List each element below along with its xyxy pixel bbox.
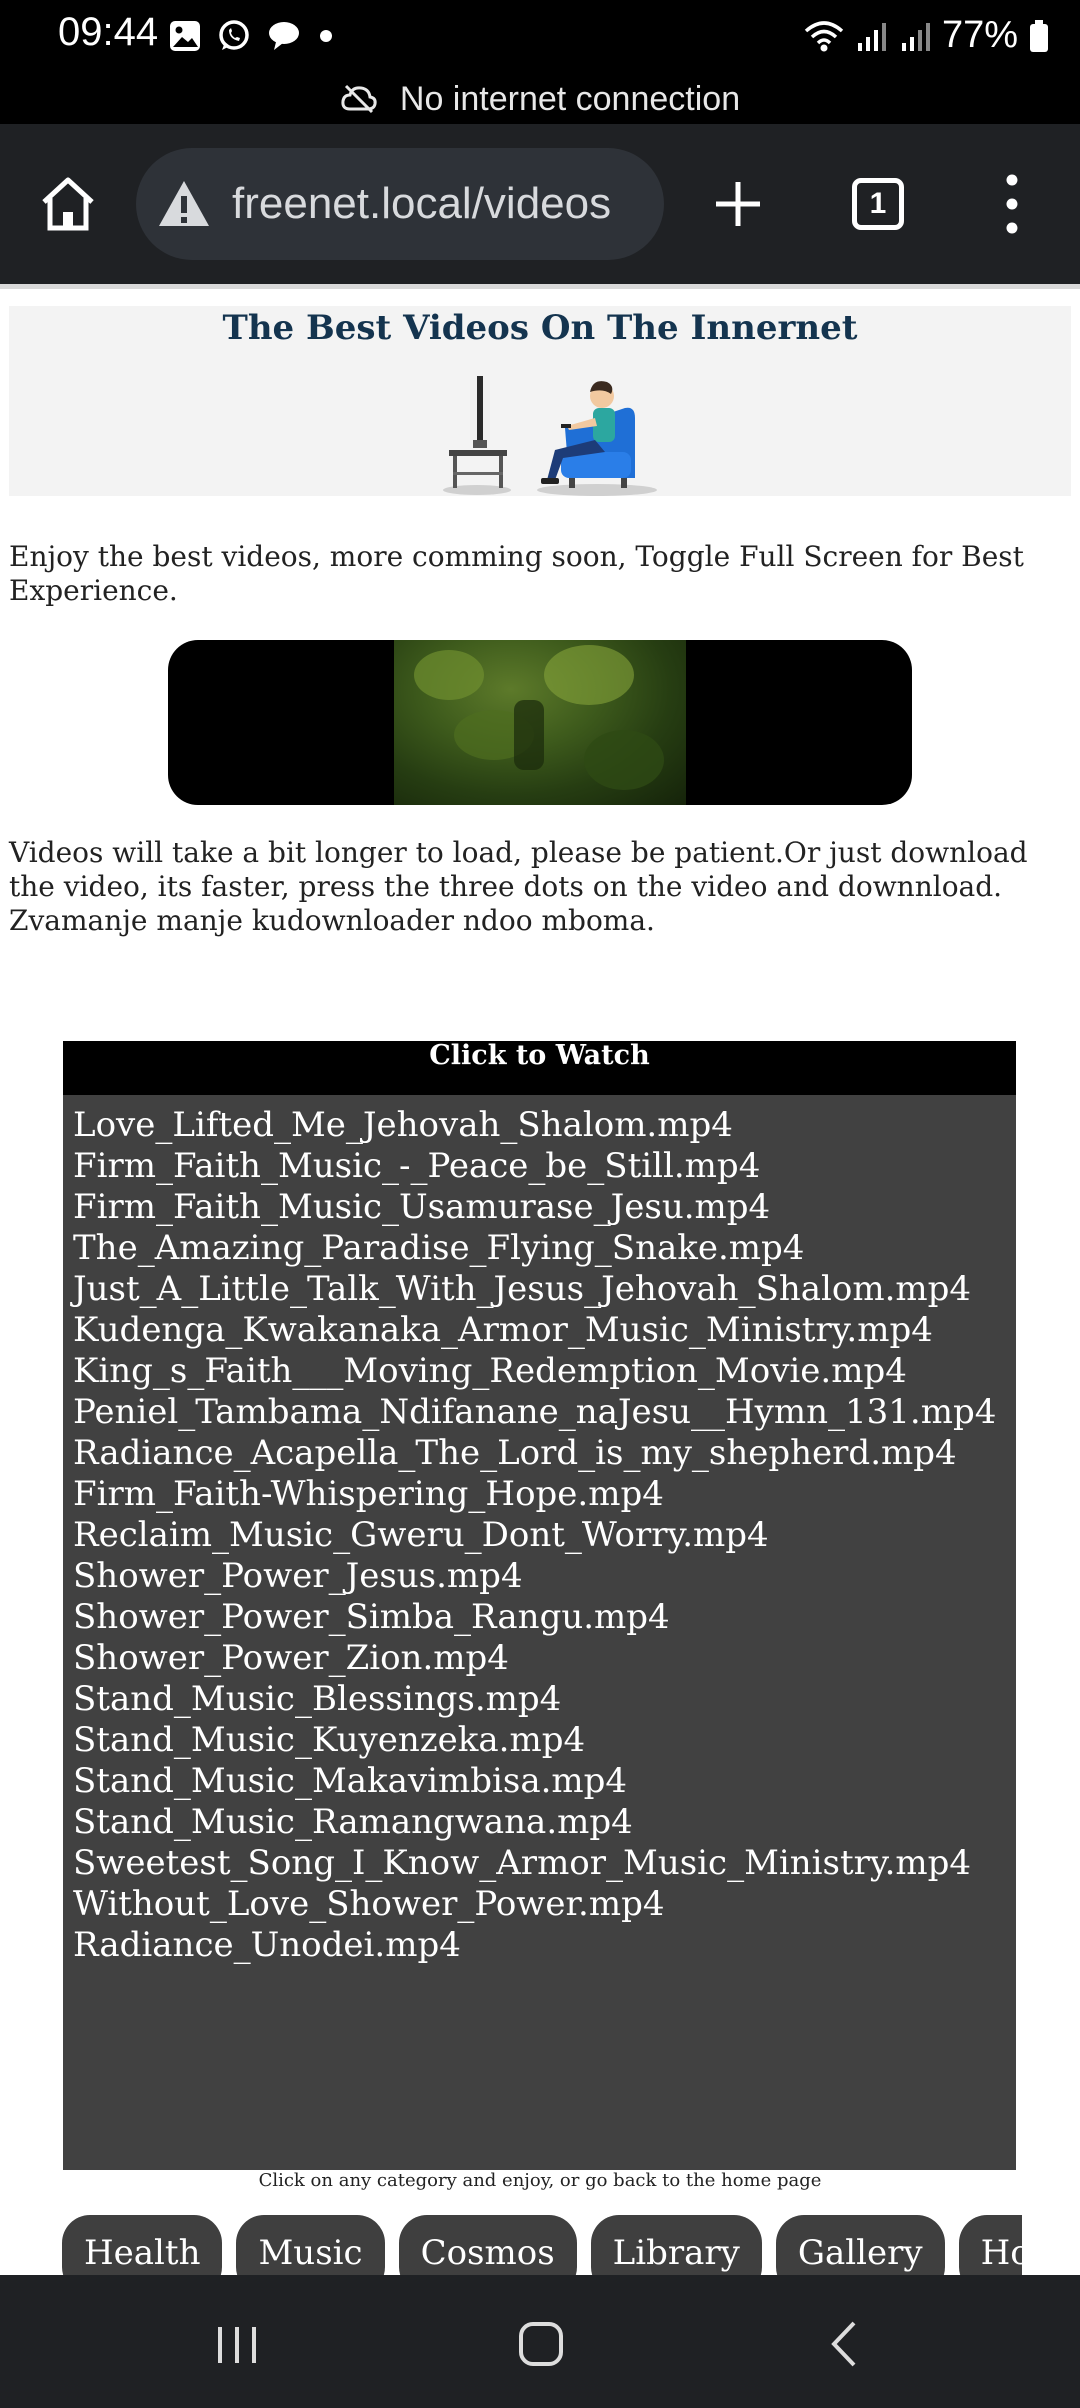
battery-percent: 77% [941,14,1018,56]
warning-icon[interactable] [156,176,212,232]
video-link[interactable]: Stand_Music_Makavimbisa.mp4 [73,1761,1016,1802]
video-link[interactable]: Radiance_Acapella_The_Lord_is_my_shepher… [73,1433,1016,1474]
browser-toolbar: freenet.local/videos 1 [0,124,1080,284]
new-tab-icon[interactable] [706,172,770,236]
category-buttons: HealthMusicCosmosLibraryGalleryHome [62,2215,1022,2275]
video-list-panel: Click to Watch Love_Lifted_Me_Jehovah_Sh… [63,1041,1016,2170]
video-link[interactable]: Shower_Power_Simba_Rangu.mp4 [73,1597,1016,1638]
chat-notification-icon [269,22,299,50]
back-icon[interactable] [820,2319,870,2369]
more-menu-icon[interactable] [994,168,1030,240]
status-time: 09:44 [58,10,159,54]
video-link[interactable]: The_Amazing_Paradise_Flying_Snake.mp4 [73,1228,1016,1269]
wifi-icon [804,20,844,51]
network-banner: No internet connection [0,74,1080,124]
page-header: The Best Videos On The Innernet [9,306,1071,496]
home-nav-icon[interactable] [516,2319,566,2369]
video-link[interactable]: Shower_Power_Jesus.mp4 [73,1556,1016,1597]
network-status-text: No internet connection [399,79,741,118]
recent-apps-icon[interactable] [212,2319,262,2369]
category-button-music[interactable]: Music [236,2215,385,2275]
video-link[interactable]: Reclaim_Music_Gweru_Dont_Worry.mp4 [73,1515,1016,1556]
dot-notification-icon [320,30,332,42]
signal-icon-2 [901,22,930,51]
video-link[interactable]: Love_Lifted_Me_Jehovah_Shalom.mp4 [73,1105,1016,1146]
video-link[interactable]: Kudenga_Kwakanaka_Armor_Music_Ministry.m… [73,1310,1016,1351]
address-bar[interactable]: freenet.local/videos [136,148,664,260]
video-link[interactable]: Firm_Faith_Music_Usamurase_Jesu.mp4 [73,1187,1016,1228]
loading-notice: Videos will take a bit longer to load, p… [9,836,1028,937]
video-link[interactable]: Stand_Music_Kuyenzeka.mp4 [73,1720,1016,1761]
video-link[interactable]: Without_Love_Shower_Power.mp4 [73,1884,1016,1925]
category-button-health[interactable]: Health [62,2215,223,2275]
signal-icon-1 [857,22,886,51]
video-link[interactable]: Radiance_Unodei.mp4 [73,1925,1016,1966]
video-link[interactable]: Stand_Music_Ramangwana.mp4 [73,1802,1016,1843]
video-link[interactable]: Shower_Power_Zion.mp4 [73,1638,1016,1679]
video-thumbnail[interactable] [394,640,686,805]
video-link[interactable]: Firm_Faith-Whispering_Hope.mp4 [73,1474,1016,1515]
home-icon[interactable] [36,172,100,236]
category-button-cosmos[interactable]: Cosmos [398,2215,577,2275]
page-title: The Best Videos On The Innernet [222,308,858,348]
video-player[interactable] [168,640,912,805]
toolbar-divider [0,284,1080,289]
cloud-off-icon [341,84,377,114]
tab-switcher-button[interactable]: 1 [852,178,904,230]
tv-watching-illustration [443,376,657,496]
category-button-library[interactable]: Library [590,2215,762,2275]
video-link[interactable]: Just_A_Little_Talk_With_Jesus_Jehovah_Sh… [73,1269,1016,1310]
video-link[interactable]: Firm_Faith_Music_-_Peace_be_Still.mp4 [73,1146,1016,1187]
category-button-home[interactable]: Home [958,2215,1022,2275]
category-hint: Click on any category and enjoy, or go b… [258,2170,822,2191]
whatsapp-notification-icon [219,20,249,50]
video-link[interactable]: King_s_Faith___Moving_Redemption_Movie.m… [73,1351,1016,1392]
battery-icon [1030,19,1048,52]
status-bar: 09:44 77% [0,0,1080,74]
gallery-notification-icon [170,21,200,51]
video-link[interactable]: Peniel_Tambama_Ndifanane_naJesu__Hymn_13… [73,1392,1016,1433]
list-header: Click to Watch [63,1041,1016,1095]
video-link[interactable]: Stand_Music_Blessings.mp4 [73,1679,1016,1720]
url-text[interactable]: freenet.local/videos [232,179,611,229]
video-link[interactable]: Sweetest_Song_I_Know_Armor_Music_Ministr… [73,1843,1016,1884]
category-button-gallery[interactable]: Gallery [775,2215,945,2275]
system-nav-bar [0,2275,1080,2408]
intro-text: Enjoy the best videos, more comming soon… [9,540,1024,607]
video-list: Love_Lifted_Me_Jehovah_Shalom.mp4 Firm_Fa… [63,1095,1016,1966]
